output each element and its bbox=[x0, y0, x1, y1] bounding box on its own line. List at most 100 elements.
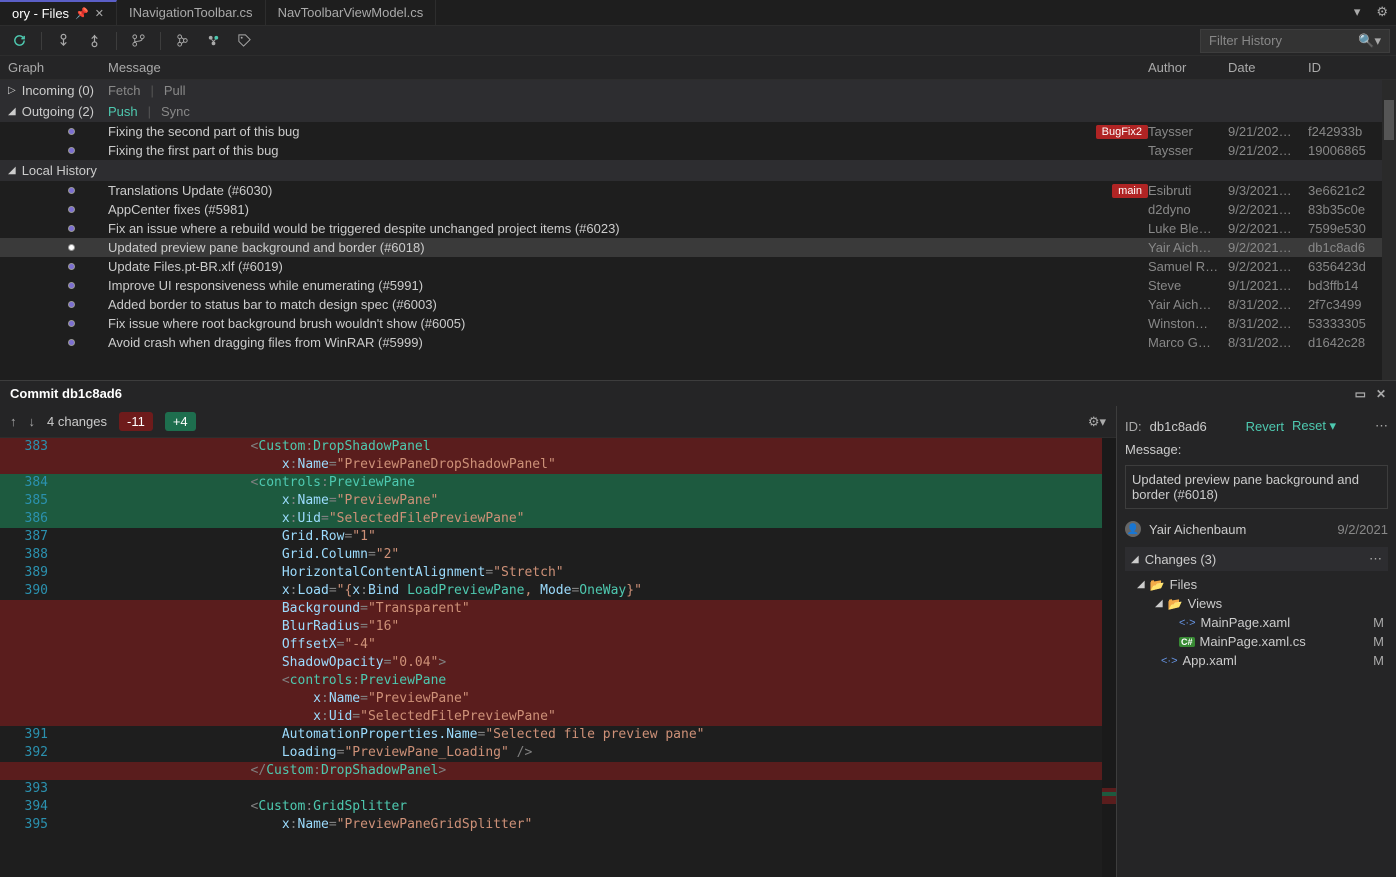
commit-row[interactable]: Fixing the second part of this bug BugFi… bbox=[0, 122, 1396, 141]
commit-id: db1c8ad6 bbox=[1150, 419, 1207, 434]
filter-history-input[interactable]: Filter History 🔍▾ bbox=[1200, 29, 1390, 53]
commit-row[interactable]: Translations Update (#6030) main Esibrut… bbox=[0, 181, 1396, 200]
code-line: Background="Transparent" bbox=[0, 600, 1116, 618]
file-status: M bbox=[1373, 634, 1388, 649]
commit-date: 9/2/2021… bbox=[1228, 221, 1308, 236]
tree-file[interactable]: C#MainPage.xaml.csM bbox=[1125, 632, 1388, 651]
tree-file[interactable]: <·>MainPage.xamlM bbox=[1125, 613, 1388, 632]
commit-date: 9/2/2021… bbox=[1228, 202, 1308, 217]
code-line: 391 AutomationProperties.Name="Selected … bbox=[0, 726, 1116, 744]
next-change-icon[interactable]: ↓ bbox=[29, 414, 36, 429]
commit-date: 8/31/202… bbox=[1228, 297, 1308, 312]
dropdown-icon[interactable]: ▾ bbox=[1346, 0, 1369, 25]
restore-icon[interactable]: ▭ bbox=[1355, 387, 1366, 401]
pull-icon[interactable] bbox=[81, 29, 108, 52]
show-tags-icon[interactable] bbox=[231, 29, 258, 52]
tree-folder-views[interactable]: ◢📂 Views bbox=[1125, 594, 1388, 613]
diff-toolbar: ↑ ↓ 4 changes -11 +4 ⚙▾ bbox=[0, 406, 1116, 438]
column-date[interactable]: Date bbox=[1228, 60, 1308, 75]
commit-id: 3e6621c2 bbox=[1308, 183, 1388, 198]
chevron-down-icon: ◢ bbox=[1131, 554, 1139, 565]
file-name: App.xaml bbox=[1183, 653, 1237, 668]
branch-icon[interactable] bbox=[125, 29, 152, 52]
commit-row[interactable]: Improve UI responsiveness while enumerat… bbox=[0, 276, 1396, 295]
commit-row[interactable]: Fix issue where root background brush wo… bbox=[0, 314, 1396, 333]
column-id[interactable]: ID bbox=[1308, 60, 1388, 75]
diff-settings-icon[interactable]: ⚙▾ bbox=[1088, 414, 1106, 430]
column-graph[interactable]: Graph bbox=[8, 60, 108, 75]
commit-author: Winston… bbox=[1148, 316, 1228, 331]
incoming-label: Incoming (0) bbox=[22, 83, 94, 98]
changes-section-header[interactable]: ◢ Changes (3) ⋯ bbox=[1125, 547, 1388, 571]
commit-row[interactable]: Fixing the first part of this bug Taysse… bbox=[0, 141, 1396, 160]
commit-author: Yair Aich… bbox=[1148, 297, 1228, 312]
commit-row[interactable]: AppCenter fixes (#5981) d2dyno 9/2/2021…… bbox=[0, 200, 1396, 219]
file-status: M bbox=[1373, 615, 1388, 630]
code-line: 387 Grid.Row="1" bbox=[0, 528, 1116, 546]
tab-navtoolbarviewmodel[interactable]: NavToolbarViewModel.cs bbox=[266, 0, 437, 25]
commit-row[interactable]: Fix an issue where a rebuild would be tr… bbox=[0, 219, 1396, 238]
code-line: OffsetX="-4" bbox=[0, 636, 1116, 654]
tree-file[interactable]: <·> App.xaml M bbox=[1125, 651, 1388, 670]
minimap[interactable] bbox=[1102, 438, 1116, 877]
xaml-icon: <·> bbox=[1161, 655, 1178, 667]
commit-detail-sidebar: ID: db1c8ad6 Revert Reset ▾ ⋯ Message: U… bbox=[1116, 406, 1396, 877]
pin-icon[interactable]: 📌 bbox=[75, 7, 89, 20]
first-parent-icon[interactable] bbox=[200, 29, 227, 52]
tab-history-files[interactable]: ory - Files 📌 ✕ bbox=[0, 0, 117, 25]
column-message[interactable]: Message bbox=[108, 60, 1148, 75]
commit-row[interactable]: Avoid crash when dragging files from Win… bbox=[0, 333, 1396, 352]
folder-name: Views bbox=[1188, 596, 1222, 611]
incoming-section[interactable]: ▷ Incoming (0) Fetch | Pull bbox=[0, 80, 1396, 101]
sync-link[interactable]: Sync bbox=[161, 104, 190, 119]
reset-link[interactable]: Reset ▾ bbox=[1292, 418, 1336, 434]
commit-author: Marco G… bbox=[1148, 335, 1228, 350]
close-icon[interactable]: ✕ bbox=[1376, 387, 1386, 401]
commit-row[interactable]: Update Files.pt-BR.xlf (#6019) Samuel R…… bbox=[0, 257, 1396, 276]
commit-id: 7599e530 bbox=[1308, 221, 1388, 236]
tree-folder-root[interactable]: ◢📂 Files bbox=[1125, 575, 1388, 594]
column-author[interactable]: Author bbox=[1148, 60, 1228, 75]
commit-id: db1c8ad6 bbox=[1308, 240, 1388, 255]
tab-label: INavigationToolbar.cs bbox=[129, 5, 253, 20]
revert-link[interactable]: Revert bbox=[1246, 419, 1284, 434]
branch-badge: BugFix2 bbox=[1096, 125, 1148, 139]
commit-message: Fix an issue where a rebuild would be tr… bbox=[108, 221, 620, 236]
commit-date: 9/3/2021… bbox=[1228, 183, 1308, 198]
additions-badge: +4 bbox=[165, 412, 196, 431]
prev-change-icon[interactable]: ↑ bbox=[10, 414, 17, 429]
tab-label: NavToolbarViewModel.cs bbox=[278, 5, 424, 20]
tab-inavigationtoolbar[interactable]: INavigationToolbar.cs bbox=[117, 0, 266, 25]
fetch-link[interactable]: Fetch bbox=[108, 83, 141, 98]
commit-id: 19006865 bbox=[1308, 143, 1388, 158]
gear-icon[interactable]: ⚙ bbox=[1368, 0, 1396, 25]
commit-row[interactable]: Added border to status bar to match desi… bbox=[0, 295, 1396, 314]
refresh-icon[interactable] bbox=[6, 29, 33, 52]
code-area[interactable]: 383 <Custom:DropShadowPanel x:Name="Prev… bbox=[0, 438, 1116, 877]
outgoing-section[interactable]: ◢ Outgoing (2) Push | Sync bbox=[0, 101, 1396, 122]
more-icon[interactable]: ⋯ bbox=[1369, 551, 1382, 567]
commit-message: Updated preview pane background and bord… bbox=[108, 240, 425, 255]
push-link[interactable]: Push bbox=[108, 104, 138, 119]
pull-link[interactable]: Pull bbox=[164, 83, 186, 98]
file-status: M bbox=[1373, 653, 1388, 668]
more-icon[interactable]: ⋯ bbox=[1375, 418, 1388, 434]
local-label: Local History bbox=[22, 163, 97, 178]
scrollbar[interactable] bbox=[1382, 80, 1396, 380]
search-icon[interactable]: 🔍▾ bbox=[1358, 33, 1381, 49]
code-line: x:Name="PreviewPaneDropShadowPanel" bbox=[0, 456, 1116, 474]
commit-row[interactable]: Updated preview pane background and bord… bbox=[0, 238, 1396, 257]
graph-toggle-icon[interactable] bbox=[169, 29, 196, 52]
scrollbar-thumb[interactable] bbox=[1384, 100, 1394, 140]
commit-author: Yair Aich… bbox=[1148, 240, 1228, 255]
chevron-down-icon: ◢ bbox=[8, 165, 16, 176]
close-icon[interactable]: ✕ bbox=[95, 7, 104, 20]
commit-history-list: ▷ Incoming (0) Fetch | Pull ◢ Outgoing (… bbox=[0, 80, 1396, 380]
file-tree: ◢📂 Files ◢📂 Views <·>MainPage.xamlMC#Mai… bbox=[1125, 571, 1388, 674]
commit-message: Updated preview pane background and bord… bbox=[1125, 465, 1388, 509]
xaml-icon: <·> bbox=[1179, 617, 1196, 629]
fetch-icon[interactable] bbox=[50, 29, 77, 52]
commit-title: Commit db1c8ad6 bbox=[10, 386, 122, 401]
code-line: BlurRadius="16" bbox=[0, 618, 1116, 636]
local-history-section[interactable]: ◢ Local History bbox=[0, 160, 1396, 181]
